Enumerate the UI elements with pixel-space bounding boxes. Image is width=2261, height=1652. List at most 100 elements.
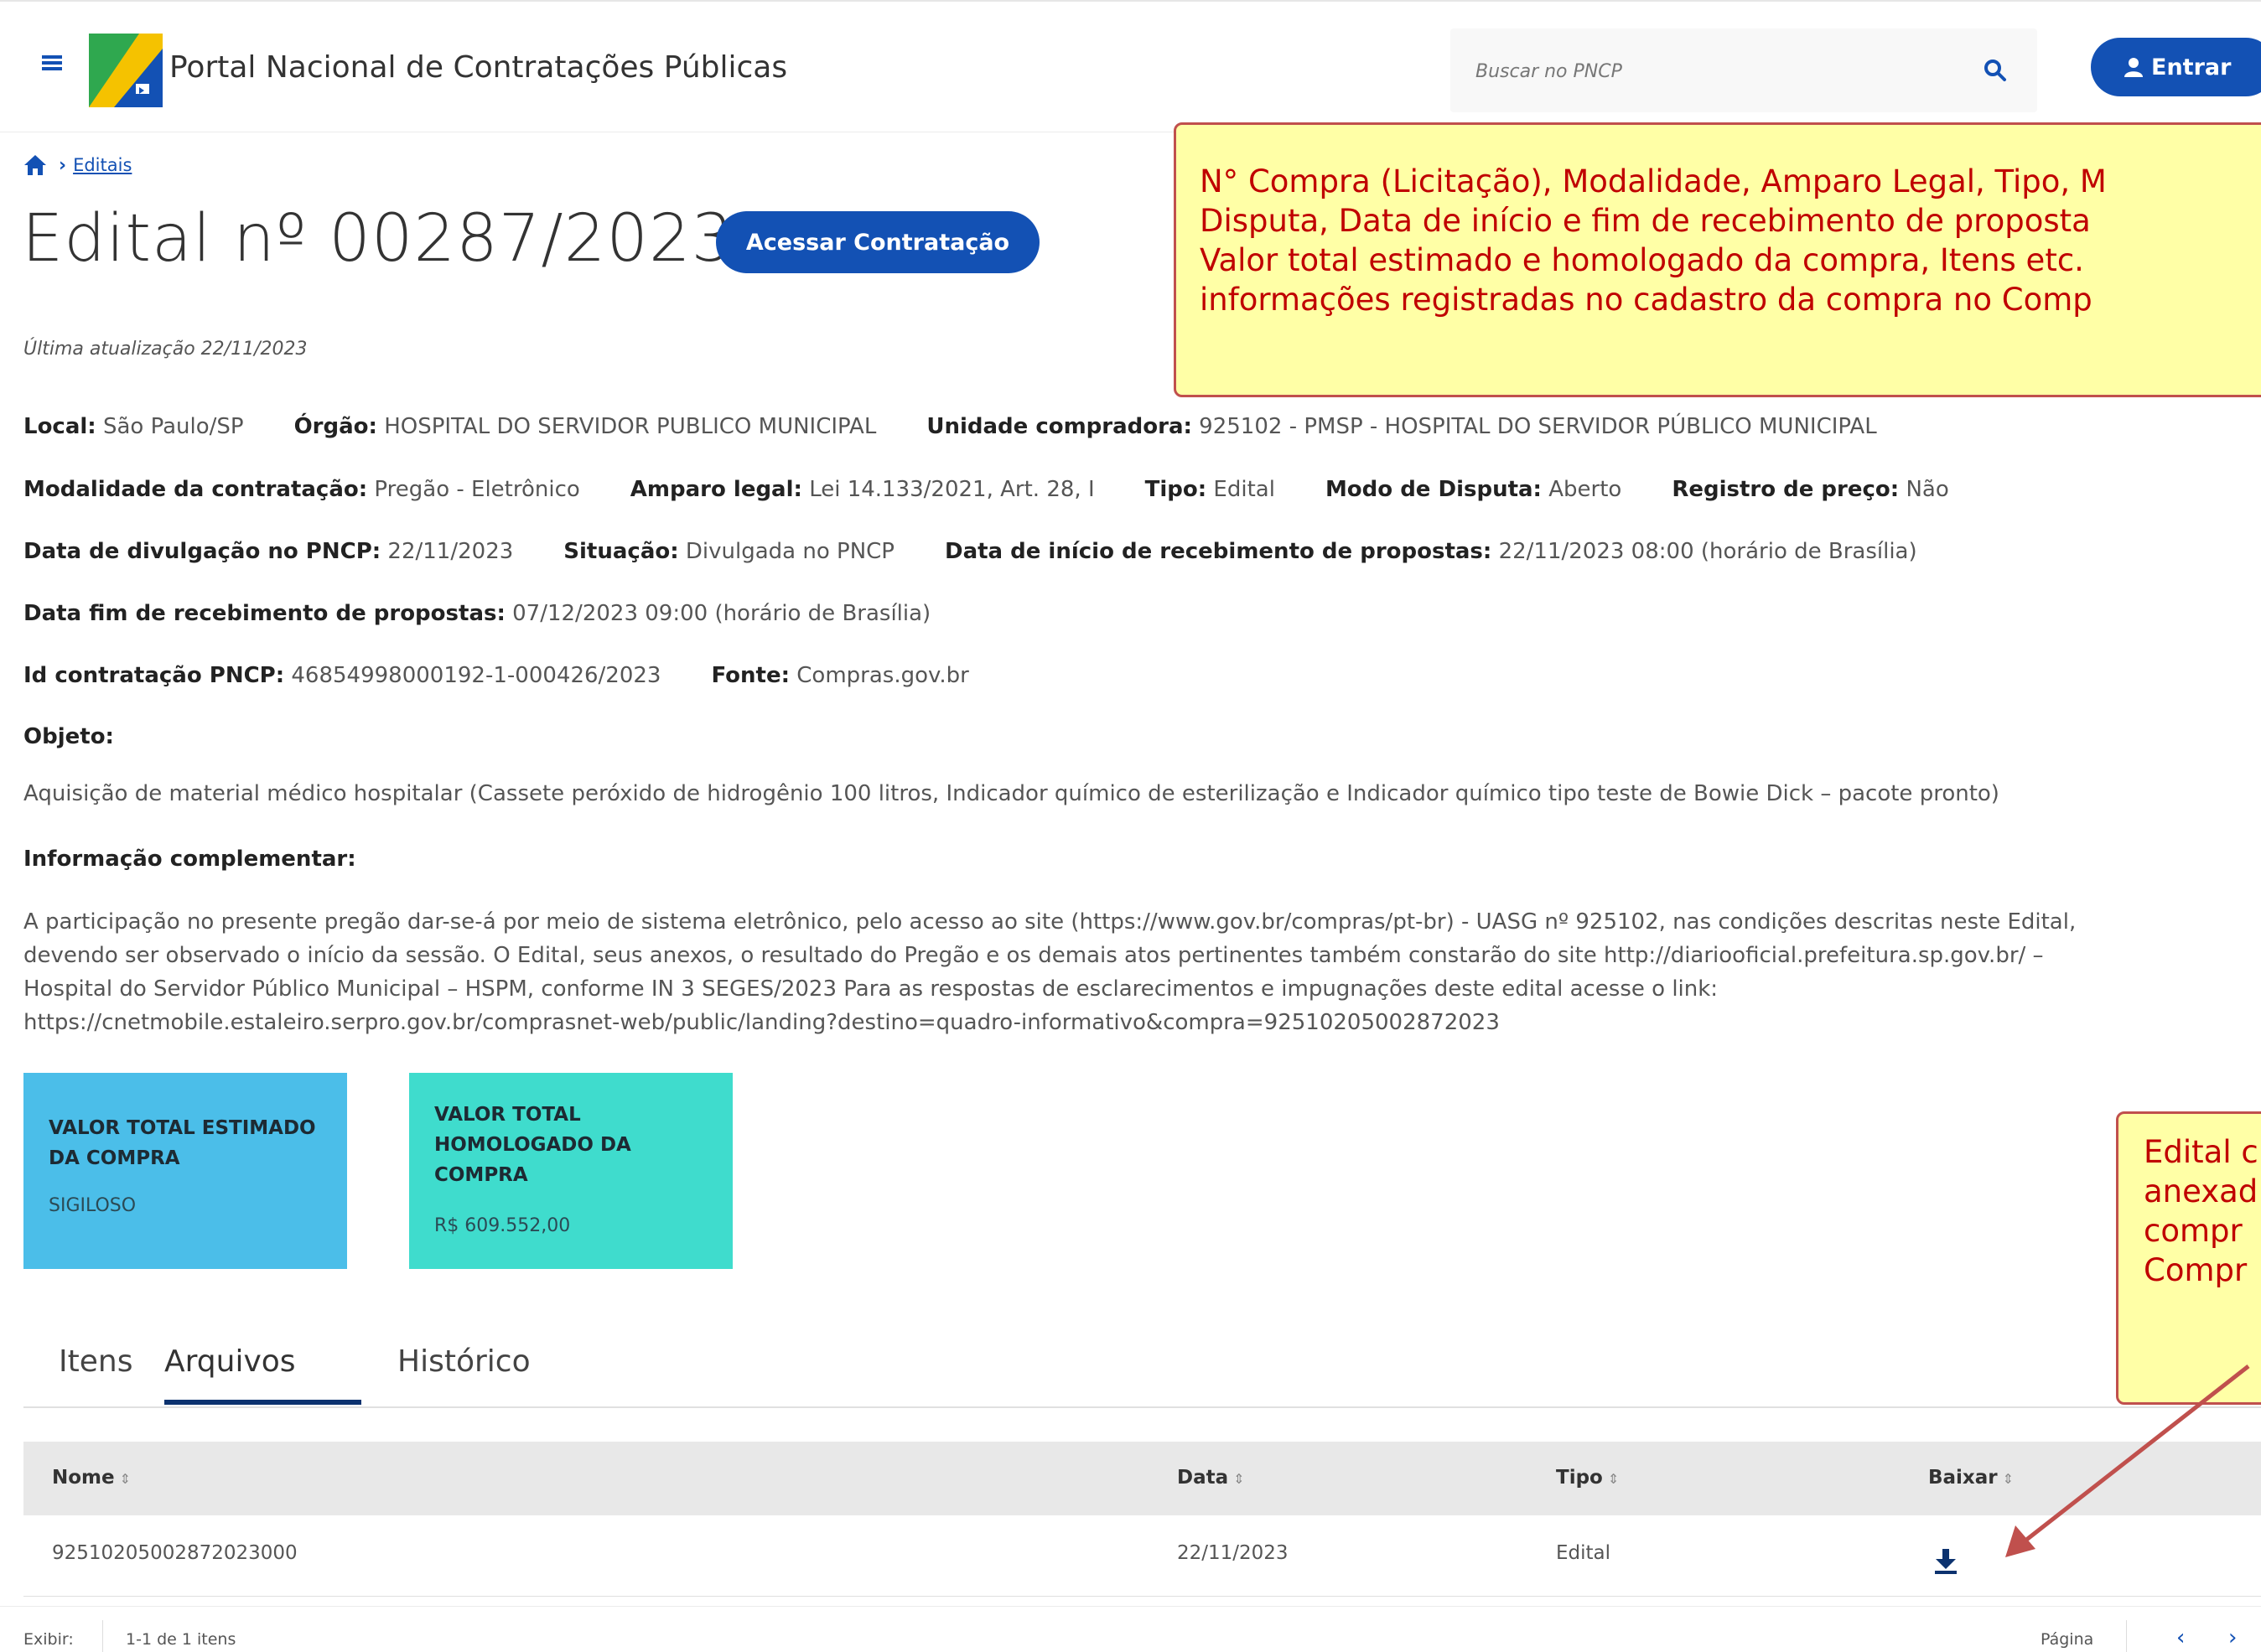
complementar-text: A participação no presente pregão dar-se… xyxy=(23,905,2237,1039)
registro-value: Não xyxy=(1906,477,1949,502)
inicio-label: Data de início de recebimento de propost… xyxy=(944,539,1492,564)
sort-icon[interactable]: ⇕ xyxy=(120,1471,131,1487)
card-valor-estimado: VALOR TOTAL ESTIMADO DA COMPRA SIGILOSO xyxy=(23,1073,347,1269)
registro-label: Registro de preço: xyxy=(1672,477,1900,502)
portal-title: Portal Nacional de Contratações Públicas xyxy=(169,50,788,85)
card-label-line: COMPRA xyxy=(434,1164,528,1186)
tipo-label: Tipo: xyxy=(1144,477,1207,502)
breadcrumb-link-editais[interactable]: Editais xyxy=(73,155,132,175)
annotation-line: Valor total estimado e homologado da com… xyxy=(1200,242,2084,278)
sort-icon[interactable]: ⇕ xyxy=(1608,1471,1619,1487)
breadcrumb: › Editais xyxy=(23,153,132,178)
amparo-label: Amparo legal: xyxy=(630,477,802,502)
column-label: Baixar xyxy=(1928,1467,1998,1489)
objeto-label: Objeto: xyxy=(23,724,114,749)
card-homologado-value: R$ 609.552,00 xyxy=(434,1215,571,1236)
modo-value: Aberto xyxy=(1548,477,1622,502)
id-label: Id contratação PNCP: xyxy=(23,663,285,688)
annotation-callout-bottom: Edital c anexad compr Compr xyxy=(2116,1111,2261,1405)
table-row: 92510205002872023000 22/11/2023 Edital xyxy=(23,1515,2261,1597)
local-label: Local: xyxy=(23,414,96,439)
menu-icon[interactable] xyxy=(42,54,62,72)
pagination-bar: Exibir: 1-1 de 1 itens Página ‹ › xyxy=(0,1606,2261,1652)
card-valor-homologado: VALOR TOTAL HOMOLOGADO DA COMPRA R$ 609.… xyxy=(409,1073,733,1269)
column-label: Data xyxy=(1177,1467,1229,1489)
tab-arquivos[interactable]: Arquivos xyxy=(164,1344,296,1399)
card-homologado-label: VALOR TOTAL HOMOLOGADO DA COMPRA xyxy=(434,1100,733,1190)
access-contract-button[interactable]: Acessar Contratação xyxy=(716,211,1040,273)
chevron-right-icon[interactable]: › xyxy=(2228,1625,2237,1650)
chevron-right-icon: › xyxy=(59,154,67,176)
column-header-baixar[interactable]: Baixar ⇕ xyxy=(1928,1467,2014,1489)
card-estimado-label: VALOR TOTAL ESTIMADO DA COMPRA xyxy=(49,1113,347,1173)
annotation-line: informações registradas no cadastro da c… xyxy=(1200,282,2092,318)
situacao-label: Situação: xyxy=(563,539,679,564)
search-icon[interactable] xyxy=(1983,58,2008,83)
divulgacao-value: 22/11/2023 xyxy=(387,539,514,564)
column-label: Tipo xyxy=(1556,1467,1603,1489)
annotation-line: compr xyxy=(2144,1213,2243,1249)
info-line-local: Local: São Paulo/SP Órgão: HOSPITAL DO SE… xyxy=(23,414,1877,439)
complementar-line: devendo ser observado o início da sessão… xyxy=(23,943,2044,968)
orgao-value: HOSPITAL DO SERVIDOR PUBLICO MUNICIPAL xyxy=(384,414,877,439)
annotation-line: anexad xyxy=(2144,1173,2258,1209)
complementar-line: Hospital do Servidor Público Municipal –… xyxy=(23,976,1719,1002)
annotation-line: Disputa, Data de início e fim de recebim… xyxy=(1200,203,2091,239)
column-header-tipo[interactable]: Tipo ⇕ xyxy=(1556,1467,1619,1489)
complementar-line: A participação no presente pregão dar-se… xyxy=(23,909,2077,935)
exibir-label: Exibir: xyxy=(23,1630,74,1649)
search-box[interactable] xyxy=(1450,28,2037,112)
info-line-divulgacao: Data de divulgação no PNCP: 22/11/2023 Si… xyxy=(23,539,1917,564)
modalidade-label: Modalidade da contratação: xyxy=(23,477,368,502)
search-input[interactable] xyxy=(1474,54,1947,89)
divulgacao-label: Data de divulgação no PNCP: xyxy=(23,539,381,564)
column-header-data[interactable]: Data ⇕ xyxy=(1177,1467,1245,1489)
objeto-value: Aquisição de material médico hospitalar … xyxy=(23,781,1999,806)
fonte-value: Compras.gov.br xyxy=(796,663,969,688)
tab-historico[interactable]: Histórico xyxy=(397,1344,531,1399)
tipo-value: Edital xyxy=(1213,477,1275,502)
id-value: 46854998000192-1-000426/2023 xyxy=(291,663,661,688)
pncp-logo[interactable] xyxy=(89,34,163,107)
header: Portal Nacional de Contratações Públicas… xyxy=(0,2,2261,132)
tabs: Itens Arquivos Histórico xyxy=(23,1334,2261,1408)
pagina-label: Página xyxy=(2041,1630,2094,1649)
divider xyxy=(102,1620,103,1652)
card-label-line: DA COMPRA xyxy=(49,1147,180,1169)
cell-nome: 92510205002872023000 xyxy=(52,1542,298,1564)
active-tab-indicator xyxy=(164,1400,361,1405)
cell-data: 22/11/2023 xyxy=(1177,1542,1289,1564)
annotation-line: Compr xyxy=(2144,1252,2248,1288)
column-label: Nome xyxy=(52,1467,115,1489)
tab-itens[interactable]: Itens xyxy=(59,1344,132,1399)
annotation-line: Edital c xyxy=(2144,1134,2258,1170)
home-icon[interactable] xyxy=(23,154,47,176)
page-title: Edital nº 00287/2023 xyxy=(22,201,734,277)
card-label-line: VALOR TOTAL xyxy=(434,1104,581,1126)
complementar-line: https://cnetmobile.estaleiro.serpro.gov.… xyxy=(23,1010,1500,1035)
last-update: Última atualização 22/11/2023 xyxy=(23,339,308,360)
login-button[interactable]: Entrar xyxy=(2091,38,2261,96)
column-header-nome[interactable]: Nome ⇕ xyxy=(52,1467,131,1489)
amparo-value: Lei 14.133/2021, Art. 28, I xyxy=(809,477,1095,502)
cell-tipo: Edital xyxy=(1556,1542,1611,1564)
modalidade-value: Pregão - Eletrônico xyxy=(374,477,580,502)
inicio-value: 22/11/2023 08:00 (horário de Brasília) xyxy=(1498,539,1917,564)
card-estimado-value: SIGILOSO xyxy=(49,1195,137,1216)
items-count: 1-1 de 1 itens xyxy=(126,1630,236,1649)
fonte-label: Fonte: xyxy=(711,663,791,688)
card-label-line: HOMOLOGADO DA xyxy=(434,1134,631,1156)
unidade-value: 925102 - PMSP - HOSPITAL DO SERVIDOR PÚB… xyxy=(1199,414,1877,439)
info-line-fim: Data fim de recebimento de propostas: 07… xyxy=(23,601,931,626)
complementar-label: Informação complementar: xyxy=(23,847,356,872)
sort-icon[interactable]: ⇕ xyxy=(2003,1471,2014,1487)
download-icon[interactable] xyxy=(1933,1547,1958,1574)
info-line-id: Id contratação PNCP: 46854998000192-1-00… xyxy=(23,663,969,688)
sort-icon[interactable]: ⇕ xyxy=(1233,1471,1244,1487)
annotation-callout-top: N° Compra (Licitação), Modalidade, Ampar… xyxy=(1174,122,2261,397)
annotation-line: N° Compra (Licitação), Modalidade, Ampar… xyxy=(1200,163,2107,199)
chevron-left-icon[interactable]: ‹ xyxy=(2176,1625,2185,1650)
orgao-label: Órgão: xyxy=(293,414,377,439)
card-label-line: VALOR TOTAL ESTIMADO xyxy=(49,1117,316,1139)
login-label: Entrar xyxy=(2151,54,2232,80)
